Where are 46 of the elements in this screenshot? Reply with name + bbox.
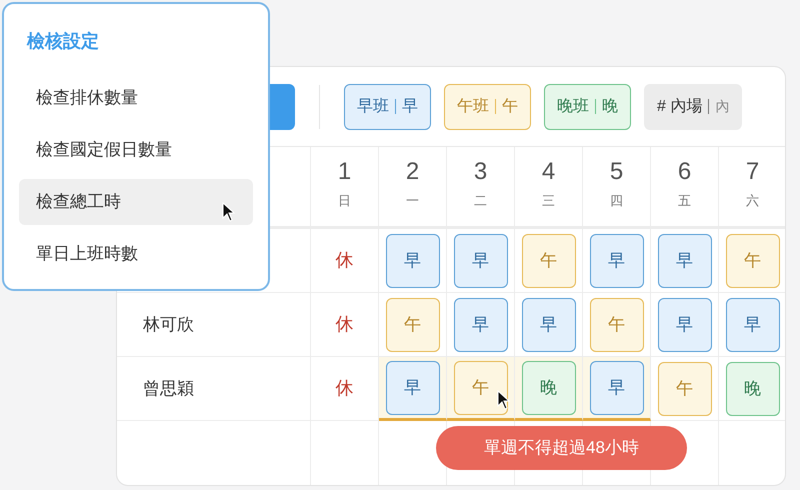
weekday-label: 六: [746, 192, 759, 210]
cursor-icon: [497, 390, 511, 411]
weekday-label: 一: [406, 192, 419, 210]
shift-cell[interactable]: 早: [454, 234, 508, 288]
shift-tag[interactable]: # 內場 內: [644, 84, 742, 130]
weekday-label: 四: [610, 192, 623, 210]
day-number: 1: [338, 157, 352, 187]
shift-cell[interactable]: 早: [386, 360, 440, 414]
shift-tag[interactable]: 早班 早: [344, 84, 431, 130]
shift-cell[interactable]: 早: [726, 298, 780, 352]
shift-cell[interactable]: 早: [658, 298, 712, 352]
shift-tag[interactable]: 午班 午: [444, 84, 531, 130]
shift-cell[interactable]: 早: [590, 234, 644, 288]
shift-cell[interactable]: 早: [386, 234, 440, 288]
shift-cell[interactable]: 早: [658, 234, 712, 288]
day-number: 2: [406, 157, 420, 187]
shift-cell[interactable]: 午: [454, 360, 508, 414]
cursor-icon: [222, 202, 236, 223]
shift-cell[interactable]: 午: [522, 234, 576, 288]
weekday-label: 三: [542, 192, 555, 210]
day-number: 6: [678, 157, 692, 187]
day-number: 3: [474, 157, 488, 187]
shift-cell[interactable]: 晚: [522, 360, 576, 414]
day-number: 4: [542, 157, 556, 187]
shift-cell[interactable]: 早: [522, 298, 576, 352]
weekday-label: 五: [678, 192, 691, 210]
menu-item[interactable]: 檢查總工時: [19, 179, 253, 225]
weekday-label: 二: [474, 192, 487, 210]
employee-name: 曾思穎: [143, 378, 194, 400]
shift-cell[interactable]: 晚: [726, 362, 780, 416]
shift-cell[interactable]: 午: [386, 298, 440, 352]
shift-cell[interactable]: 午: [590, 298, 644, 352]
day-number: 5: [610, 157, 624, 187]
shift-cell[interactable]: 早: [454, 298, 508, 352]
day-off-label: 休: [336, 249, 354, 272]
day-number: 7: [746, 157, 760, 187]
warning-tooltip: 單週不得超過48小時: [436, 426, 687, 470]
employee-name: 林可欣: [143, 314, 194, 336]
shift-cell[interactable]: 午: [658, 362, 712, 416]
shift-cell[interactable]: 早: [590, 360, 644, 414]
menu-title: 檢核設定: [26, 30, 100, 53]
shift-cell[interactable]: 午: [726, 234, 780, 288]
shift-tag[interactable]: 晚班 晚: [544, 84, 631, 130]
day-off-label: 休: [336, 313, 354, 336]
day-off-label: 休: [336, 377, 354, 400]
weekday-label: 日: [338, 192, 351, 210]
